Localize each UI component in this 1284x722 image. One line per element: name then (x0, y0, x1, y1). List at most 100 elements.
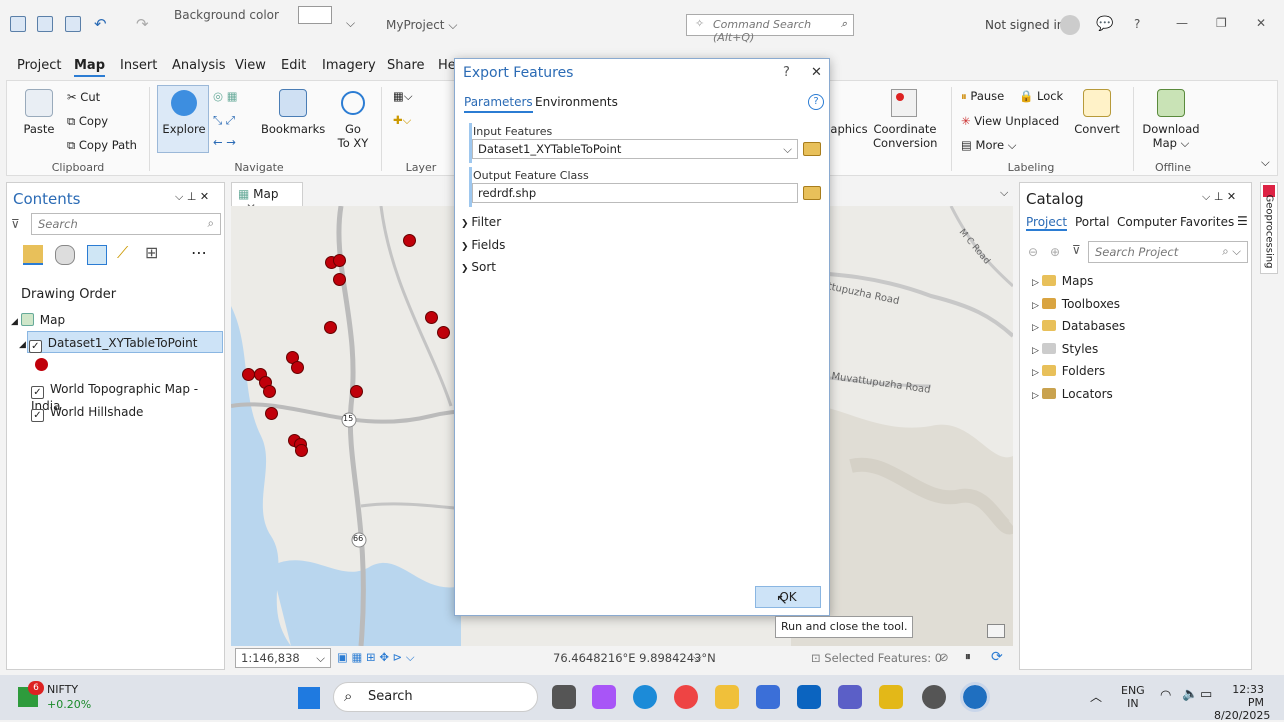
point-feature[interactable] (333, 273, 346, 286)
save-icon[interactable] (65, 16, 81, 32)
map-tabs-dropdown-icon[interactable]: ⌵ (1000, 186, 1008, 200)
dialog-close-icon[interactable]: ✕ (811, 65, 822, 80)
point-feature[interactable] (425, 311, 438, 324)
contents-search-input[interactable]: Search ⌕ (31, 213, 221, 235)
fields-section[interactable]: ❯ Fields (461, 238, 505, 252)
hillshade-visibility-checkbox[interactable]: ✓ (31, 409, 44, 422)
open-project-icon[interactable] (37, 16, 53, 32)
avatar[interactable] (1060, 15, 1080, 35)
redo-icon[interactable]: ↷ (136, 15, 149, 33)
collapse-ribbon-icon[interactable]: ⌵ (1261, 155, 1270, 170)
catalog-item-maps[interactable]: ▷ Maps (1032, 274, 1093, 288)
editing-icon[interactable]: ⟋ (117, 243, 128, 263)
volume-icon[interactable]: 🔈 (1182, 687, 1198, 702)
topographic-visibility-checkbox[interactable]: ✓ (31, 386, 44, 399)
background-color-picker[interactable] (298, 6, 332, 24)
point-feature[interactable] (437, 326, 450, 339)
task-view-icon[interactable] (552, 685, 576, 709)
start-icon[interactable] (298, 687, 320, 709)
point-feature[interactable] (350, 385, 363, 398)
lock-labeling-button[interactable]: 🔒 Lock (1019, 89, 1063, 103)
filter-icon[interactable]: ⊽ (11, 217, 20, 231)
more-options-icon[interactable]: ⋯ (191, 243, 207, 262)
clock[interactable]: 12:33 PM 8/20/2025 (1214, 683, 1270, 722)
point-feature[interactable] (333, 254, 346, 267)
restore-icon[interactable]: ❐ (1216, 16, 1227, 30)
copilot-icon[interactable] (592, 685, 616, 709)
input-features-select[interactable]: Dataset1_XYTableToPoint ⌵ (472, 139, 798, 159)
catalog-tab-project[interactable]: Project (1026, 215, 1068, 231)
minimize-icon[interactable]: — (1176, 16, 1188, 30)
browse-folder-icon[interactable] (803, 142, 821, 156)
dialog-help-icon[interactable]: ? (783, 65, 790, 80)
tab-environments[interactable]: Environments (535, 95, 618, 109)
coordinate-conversion-button[interactable]: Coordinate Conversion (873, 122, 937, 150)
full-extent-icon[interactable]: ◎ ▦ (213, 89, 238, 103)
wifi-icon[interactable]: ◠ (1160, 688, 1171, 703)
catalog-item-folders[interactable]: ▷ Folders (1032, 364, 1105, 378)
file-explorer-icon[interactable] (715, 685, 739, 709)
close-window-icon[interactable]: ✕ (1256, 16, 1266, 30)
catalog-item-styles[interactable]: ▷ Styles (1032, 342, 1098, 356)
more-labeling-button[interactable]: ▤ More ⌵ (961, 138, 1016, 153)
teams-icon[interactable] (838, 685, 862, 709)
ok-button[interactable]: OK (755, 586, 821, 608)
catalog-search-input[interactable]: Search Project ⌕ ⌵ (1088, 241, 1248, 263)
cut-button[interactable]: ✂ Cut (67, 90, 100, 104)
drawing-order-icon[interactable] (23, 245, 43, 265)
project-name[interactable]: MyProject ⌵ (386, 18, 457, 33)
app-icon[interactable] (922, 685, 946, 709)
catalog-item-locators[interactable]: ▷ Locators (1032, 387, 1113, 401)
powerbi-icon[interactable] (879, 685, 903, 709)
basemap-icon[interactable]: ▦⌵ (393, 89, 413, 104)
catalog-tab-favorites[interactable]: Favorites (1180, 215, 1234, 229)
point-feature[interactable] (324, 321, 337, 334)
map-overview-icon[interactable] (987, 624, 1005, 638)
contents-menu-icon[interactable]: ⌵ ⊥ ✕ (175, 190, 209, 204)
filter-icon[interactable]: ⊽ (1072, 243, 1081, 257)
sort-section[interactable]: ❯ Sort (461, 260, 496, 274)
copy-button[interactable]: ⧉ Copy (67, 114, 108, 129)
point-feature[interactable] (295, 444, 308, 457)
tab-share[interactable]: Share (387, 58, 425, 73)
zoom-fixed-icon[interactable]: ⤡ ⤢ (213, 113, 235, 128)
catalog-tabs-menu-icon[interactable]: ☰ (1237, 214, 1248, 228)
point-feature[interactable] (291, 361, 304, 374)
language-indicator[interactable]: ENG IN (1121, 684, 1145, 710)
outlook-icon[interactable] (797, 685, 821, 709)
clear-selection-icon[interactable]: ⊘ (939, 650, 949, 664)
catalog-item-toolboxes[interactable]: ▷ Toolboxes (1032, 297, 1120, 311)
hillshade-layer-item[interactable]: ✓ World Hillshade (31, 405, 143, 422)
catalog-item-databases[interactable]: ▷ Databases (1032, 319, 1125, 333)
battery-icon[interactable]: ▭ (1200, 687, 1212, 702)
tool-help-icon[interactable]: ? (808, 94, 824, 110)
geoprocessing-side-tab[interactable]: Geoprocessing (1260, 182, 1278, 274)
command-search-input[interactable]: Command Search (Alt+Q) ✧ ⌕ (686, 14, 854, 44)
selection-icon[interactable] (87, 245, 107, 265)
tab-parameters[interactable]: Parameters (464, 95, 533, 113)
sign-in-status[interactable]: Not signed in (985, 18, 1064, 32)
notifications-icon[interactable]: 💬 (1096, 16, 1113, 32)
previous-next-extent-icon[interactable]: ← → (213, 135, 236, 149)
catalog-menu-icon[interactable]: ⌵ ⊥ ✕ (1202, 190, 1236, 204)
snapping-icon[interactable]: ⊞ (145, 243, 158, 262)
browse-folder-icon[interactable] (803, 186, 821, 200)
catalog-tab-computer[interactable]: Computer (1117, 215, 1177, 229)
point-feature[interactable] (265, 407, 278, 420)
tab-view[interactable]: View (235, 58, 266, 73)
view-unplaced-button[interactable]: ✳ View Unplaced (961, 114, 1059, 128)
filter-section[interactable]: ❯ Filter (461, 215, 501, 229)
point-feature[interactable] (403, 234, 416, 247)
tab-analysis[interactable]: Analysis (172, 58, 226, 73)
paste-button[interactable]: Paste (21, 122, 57, 136)
dataset-layer-item[interactable]: ◢ ✓ Dataset1_XYTableToPoint (19, 336, 197, 353)
forward-icon[interactable]: ⊕ (1050, 245, 1060, 259)
map-tools-icons[interactable]: ▣ ▦ ⊞ ✥ ⊳ ⌵ (337, 650, 415, 665)
new-project-icon[interactable] (10, 16, 26, 32)
output-feature-class-input[interactable]: redrdf.shp (472, 183, 798, 203)
arcgis-pro-icon[interactable] (960, 682, 990, 712)
store-icon[interactable] (756, 685, 780, 709)
bookmarks-button[interactable]: Bookmarks (261, 122, 325, 136)
pause-drawing-icon[interactable]: ⏸ (965, 649, 971, 664)
tray-expand-icon[interactable]: ︿ (1090, 688, 1102, 705)
